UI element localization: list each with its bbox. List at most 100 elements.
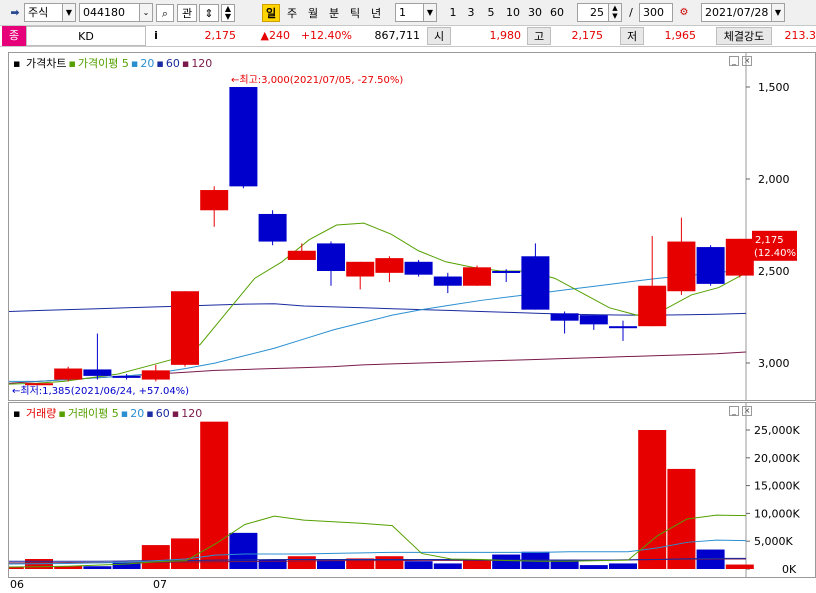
candle-body xyxy=(667,241,696,292)
low-label: 저 xyxy=(620,27,644,45)
price-tag-value: 2,175 xyxy=(755,235,784,246)
date-select[interactable]: 2021/07/28 ▼ xyxy=(701,3,785,22)
candle-body xyxy=(287,250,316,260)
y-tick-label: 3,000 xyxy=(758,357,790,370)
period-tab-1[interactable]: 주 xyxy=(283,4,301,22)
quote-bar: 종 KD i 2,175 ▲240 +12.40% 867,711 시 1,98… xyxy=(0,26,816,47)
change-rate: +12.40% xyxy=(300,29,352,42)
spin-icon[interactable]: ▲ ▼ xyxy=(221,4,235,22)
market-select[interactable]: 주식 ▼ xyxy=(24,3,76,22)
ma120-line xyxy=(9,351,747,384)
volume-bar xyxy=(287,556,316,569)
volume-bar xyxy=(463,560,491,569)
link-icon[interactable]: ➡ xyxy=(6,4,24,22)
candle-body xyxy=(550,313,579,321)
gwan-button[interactable]: 관 xyxy=(177,4,197,22)
y-tick-label: 5,000K xyxy=(754,535,793,548)
y-tick-label: 2,000 xyxy=(758,173,790,186)
high-price: 2,175 xyxy=(571,29,604,42)
count-input[interactable]: 25 ▲ ▼ xyxy=(577,3,622,22)
candle-body xyxy=(404,261,433,275)
trade-volume: 867,711 xyxy=(374,29,421,42)
open-label: 시 xyxy=(427,27,451,45)
high-annotation: ←최고:3,000(2021/07/05, -27.50%) xyxy=(231,74,403,86)
volume-bar xyxy=(229,532,258,569)
count-slash: / xyxy=(629,6,633,19)
settings-icon[interactable]: ⚙ xyxy=(676,4,692,22)
candle-body xyxy=(609,326,637,329)
unit-value: 1 xyxy=(399,6,406,19)
toggle-icon[interactable]: ⇕ xyxy=(199,4,219,22)
candle-body xyxy=(579,315,608,325)
price-plot: 3,000 2,500 2,000 1,500 ←최고:3,000(2021/07/05… xyxy=(9,53,800,400)
period-tab-5[interactable]: 년 xyxy=(367,4,385,22)
candle-body xyxy=(200,190,229,211)
stock-name: KD xyxy=(26,26,146,46)
unit-button-5[interactable]: 5 xyxy=(483,4,499,22)
total-count-value: 300 xyxy=(643,6,664,19)
unit-button-1[interactable]: 1 xyxy=(445,4,461,22)
unit-button-10[interactable]: 10 xyxy=(503,4,523,22)
candle-body xyxy=(317,243,345,271)
y-tick-label: 25,000K xyxy=(754,424,800,437)
ma60-line xyxy=(9,303,747,316)
code-input[interactable]: 044180 ⌄ xyxy=(79,3,153,22)
period-tab-2[interactable]: 월 xyxy=(304,4,322,22)
ma5-line xyxy=(9,222,747,385)
x-axis: 06 07 xyxy=(0,578,816,593)
volume-bar xyxy=(609,563,637,569)
open-price: 1,980 xyxy=(489,29,522,42)
chevron-down-icon[interactable]: ▼ xyxy=(62,4,75,21)
y-tick-label: 0K xyxy=(782,563,797,576)
volume-bar xyxy=(83,566,112,569)
volume-bar xyxy=(492,554,521,569)
candle-body xyxy=(492,271,521,273)
volume-bar xyxy=(317,560,345,569)
chevron-down-icon[interactable]: ▼ xyxy=(771,4,784,21)
volume-bar xyxy=(375,556,404,569)
price-chart-panel[interactable]: ▪ 가격차트 ▪ 가격이평 5 ▪ 20 ▪ 60 ▪ 120 _ × 3,000 2,500 2,… xyxy=(8,52,816,401)
candle-body xyxy=(25,383,53,386)
unit-button-3[interactable]: 3 xyxy=(463,4,479,22)
stock-tag: 종 xyxy=(2,26,26,46)
high-label: 고 xyxy=(527,27,551,45)
unit-button-60[interactable]: 60 xyxy=(547,4,567,22)
volume-chart-panel[interactable]: ▪ 거래량 ▪ 거래이평 5 ▪ 20 ▪ 60 ▪ 120 _ × 25,000K 20,000… xyxy=(8,402,816,578)
low-price: 1,965 xyxy=(664,29,697,42)
volume-plot: 25,000K 20,000K 15,000K 10,000K 5,000K 0K xyxy=(9,403,800,577)
code-value: 044180 xyxy=(83,6,125,19)
chevron-down-icon[interactable]: ⌄ xyxy=(139,4,152,21)
total-count-input[interactable]: 300 xyxy=(639,3,673,22)
count-value: 25 xyxy=(590,6,604,19)
info-icon[interactable]: i xyxy=(148,26,164,46)
volume-bar xyxy=(725,564,754,569)
strength-value: 213.3 xyxy=(784,29,816,42)
unit-button-30[interactable]: 30 xyxy=(525,4,545,22)
volume-bar xyxy=(404,561,433,569)
volume-bar xyxy=(433,563,462,569)
period-tab-0[interactable]: 일 xyxy=(262,4,280,22)
period-tab-3[interactable]: 분 xyxy=(325,4,343,22)
candle-body xyxy=(83,369,112,376)
spin-icon[interactable]: ▲ ▼ xyxy=(608,4,621,21)
x-label-june: 06 xyxy=(10,578,24,591)
y-tick-label: 2,500 xyxy=(758,265,790,278)
period-tab-4[interactable]: 틱 xyxy=(346,4,364,22)
volume-bar xyxy=(171,538,199,569)
chevron-down-icon[interactable]: ▼ xyxy=(423,4,436,21)
candle-body xyxy=(638,285,667,327)
search-icon[interactable]: ⌕ xyxy=(156,4,174,22)
unit-select[interactable]: 1 ▼ xyxy=(395,3,437,22)
candle-body xyxy=(171,291,199,365)
price-change: ▲240 xyxy=(260,29,290,42)
date-value: 2021/07/28 xyxy=(705,6,769,19)
strength-label: 체결강도 xyxy=(716,27,772,45)
candle-body xyxy=(346,261,375,277)
volume-bar xyxy=(667,468,696,569)
low-annotation: ←최저:1,385(2021/06/24, +57.04%) xyxy=(12,385,189,397)
candle-body xyxy=(375,258,404,273)
volume-bar xyxy=(579,565,608,569)
current-price: 2,175 xyxy=(204,29,237,42)
x-label-july: 07 xyxy=(153,578,167,591)
price-tag-rate: (12.40%) xyxy=(754,248,800,259)
